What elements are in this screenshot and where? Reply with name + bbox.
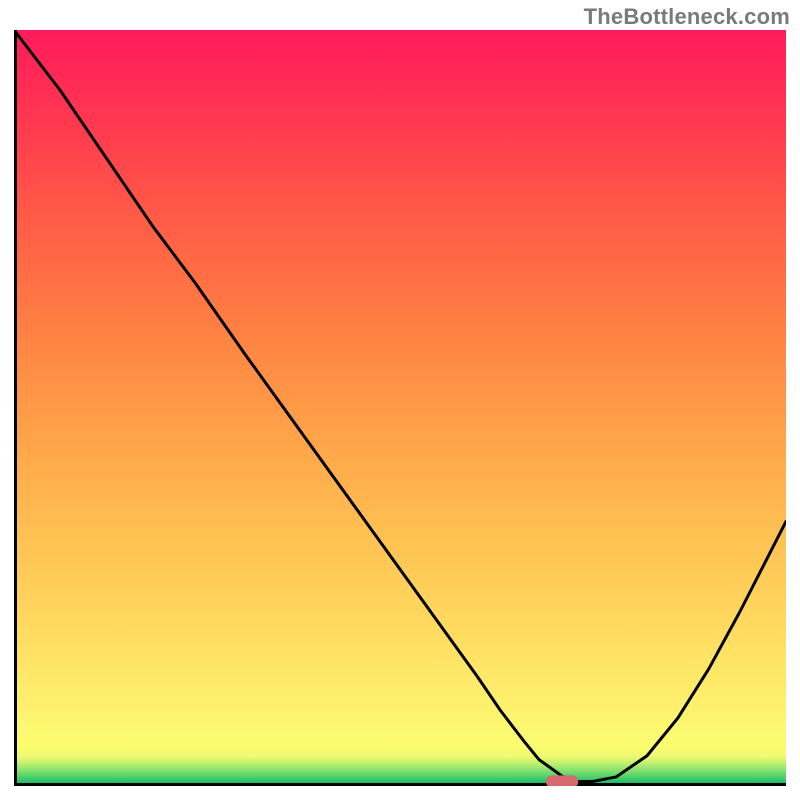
chart-container: TheBottleneck.com [0,0,800,800]
gradient-background [16,30,786,784]
watermark-text: TheBottleneck.com [584,4,790,30]
chart-svg [14,30,786,786]
marker-optimal-point [546,775,578,786]
bottleneck-chart [14,30,786,786]
